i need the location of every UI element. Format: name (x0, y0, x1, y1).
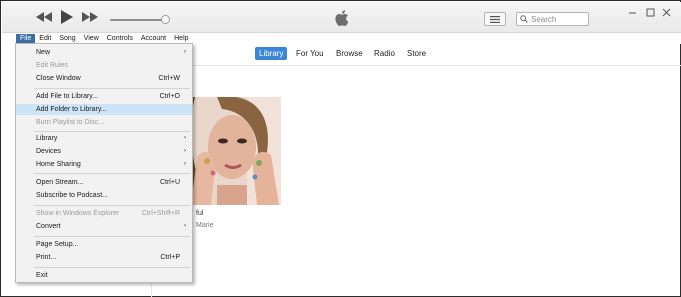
previous-icon[interactable] (36, 10, 52, 24)
menu-item-add-folder[interactable]: Add Folder to Library... (16, 104, 192, 115)
menu-item-label: Show in Windows Explorer (36, 210, 120, 217)
menu-item-label: Edit Rules (36, 62, 68, 69)
list-view-button[interactable] (484, 12, 506, 26)
menu-item-label: Page Setup... (36, 241, 79, 248)
menu-item-label: Devices (36, 148, 61, 155)
next-icon[interactable] (82, 10, 98, 24)
tab-radio[interactable]: Radio (370, 47, 399, 60)
album-artist[interactable]: Marie (196, 222, 214, 229)
menu-item-subscribe-podcast[interactable]: Subscribe to Podcast... (16, 190, 192, 201)
menu-item-exit[interactable]: Exit (16, 270, 192, 281)
menu-item-shortcut: Ctrl+Shift+R (141, 210, 180, 217)
menu-item-label: Home Sharing (36, 161, 81, 168)
menu-item-edit-rules: Edit Rules (16, 60, 192, 71)
menu-item-label: Subscribe to Podcast... (36, 192, 108, 199)
search-input[interactable] (531, 14, 586, 24)
menu-item-label: Open Stream... (36, 179, 84, 186)
menu-item-shortcut: Ctrl+P (160, 254, 180, 261)
volume-slider[interactable] (110, 19, 166, 21)
volume-slider-thumb[interactable] (161, 15, 170, 24)
submenu-arrow-icon: › (184, 49, 186, 55)
menu-separator (34, 205, 190, 206)
menu-separator (34, 267, 190, 268)
menu-separator (34, 88, 190, 89)
menu-item-print[interactable]: Print... Ctrl+P (16, 252, 192, 263)
tab-for-you[interactable]: For You (292, 47, 328, 60)
submenu-arrow-icon: › (184, 148, 186, 154)
itunes-window: File Edit Song View Controls Account Hel… (0, 0, 681, 297)
tab-browse[interactable]: Browse (332, 47, 367, 60)
menu-item-label: Add Folder to Library... (36, 106, 107, 113)
apple-logo-icon (334, 8, 352, 28)
menu-item-label: Library (36, 135, 58, 142)
tab-store[interactable]: Store (403, 47, 430, 60)
menu-help[interactable]: Help (170, 34, 192, 44)
menu-item-new[interactable]: New › (16, 47, 192, 58)
menu-item-library[interactable]: Library › (16, 133, 192, 144)
close-icon[interactable] (661, 7, 671, 17)
tab-library[interactable]: Library (255, 47, 288, 60)
menu-account[interactable]: Account (137, 34, 170, 44)
submenu-arrow-icon: › (184, 135, 186, 141)
menu-controls[interactable]: Controls (103, 34, 137, 44)
search-icon (520, 15, 528, 23)
menu-item-burn-playlist: Burn Playlist to Disc... (16, 117, 192, 128)
menu-song[interactable]: Song (55, 34, 79, 44)
menu-item-label: Print... (36, 254, 57, 261)
list-view-icon (490, 15, 500, 23)
menu-item-open-stream[interactable]: Open Stream... Ctrl+U (16, 177, 192, 188)
menu-item-label: Convert (36, 223, 61, 230)
menu-item-shortcut: Ctrl+O (159, 93, 180, 100)
menu-item-add-file[interactable]: Add File to Library... Ctrl+O (16, 91, 192, 102)
menu-item-label: Add File to Library... (36, 93, 99, 100)
submenu-arrow-icon: › (184, 161, 186, 167)
play-icon[interactable] (60, 10, 74, 24)
album-title[interactable]: ful (196, 210, 203, 217)
menu-item-shortcut: Ctrl+U (159, 179, 180, 186)
menu-item-home-sharing[interactable]: Home Sharing › (16, 159, 192, 170)
menu-item-convert[interactable]: Convert › (16, 221, 192, 232)
file-menu-dropdown: New › Edit Rules Close Window Ctrl+W Add… (15, 43, 193, 283)
player-bar (2, 2, 681, 33)
menu-item-close-window[interactable]: Close Window Ctrl+W (16, 73, 192, 84)
submenu-arrow-icon: › (184, 223, 186, 229)
tab-divider (151, 65, 681, 66)
menu-separator (34, 236, 190, 237)
menu-separator (34, 131, 190, 132)
menu-item-page-setup[interactable]: Page Setup... (16, 239, 192, 250)
menu-item-devices[interactable]: Devices › (16, 146, 192, 157)
menu-item-label: Burn Playlist to Disc... (36, 119, 105, 126)
menu-item-label: Exit (36, 272, 48, 279)
search-box[interactable] (516, 12, 589, 26)
menu-item-shortcut: Ctrl+W (158, 75, 180, 82)
minimize-icon[interactable] (627, 7, 637, 17)
menu-edit[interactable]: Edit (35, 34, 55, 44)
menu-item-show-explorer: Show in Windows Explorer Ctrl+Shift+R (16, 208, 192, 219)
maximize-icon[interactable] (645, 7, 655, 17)
menu-separator (34, 173, 190, 174)
menu-item-label: New (36, 49, 51, 56)
album-artwork[interactable] (187, 97, 281, 205)
menu-item-label: Close Window (36, 75, 81, 82)
menu-file[interactable]: File (16, 33, 36, 44)
menu-view[interactable]: View (80, 34, 103, 44)
